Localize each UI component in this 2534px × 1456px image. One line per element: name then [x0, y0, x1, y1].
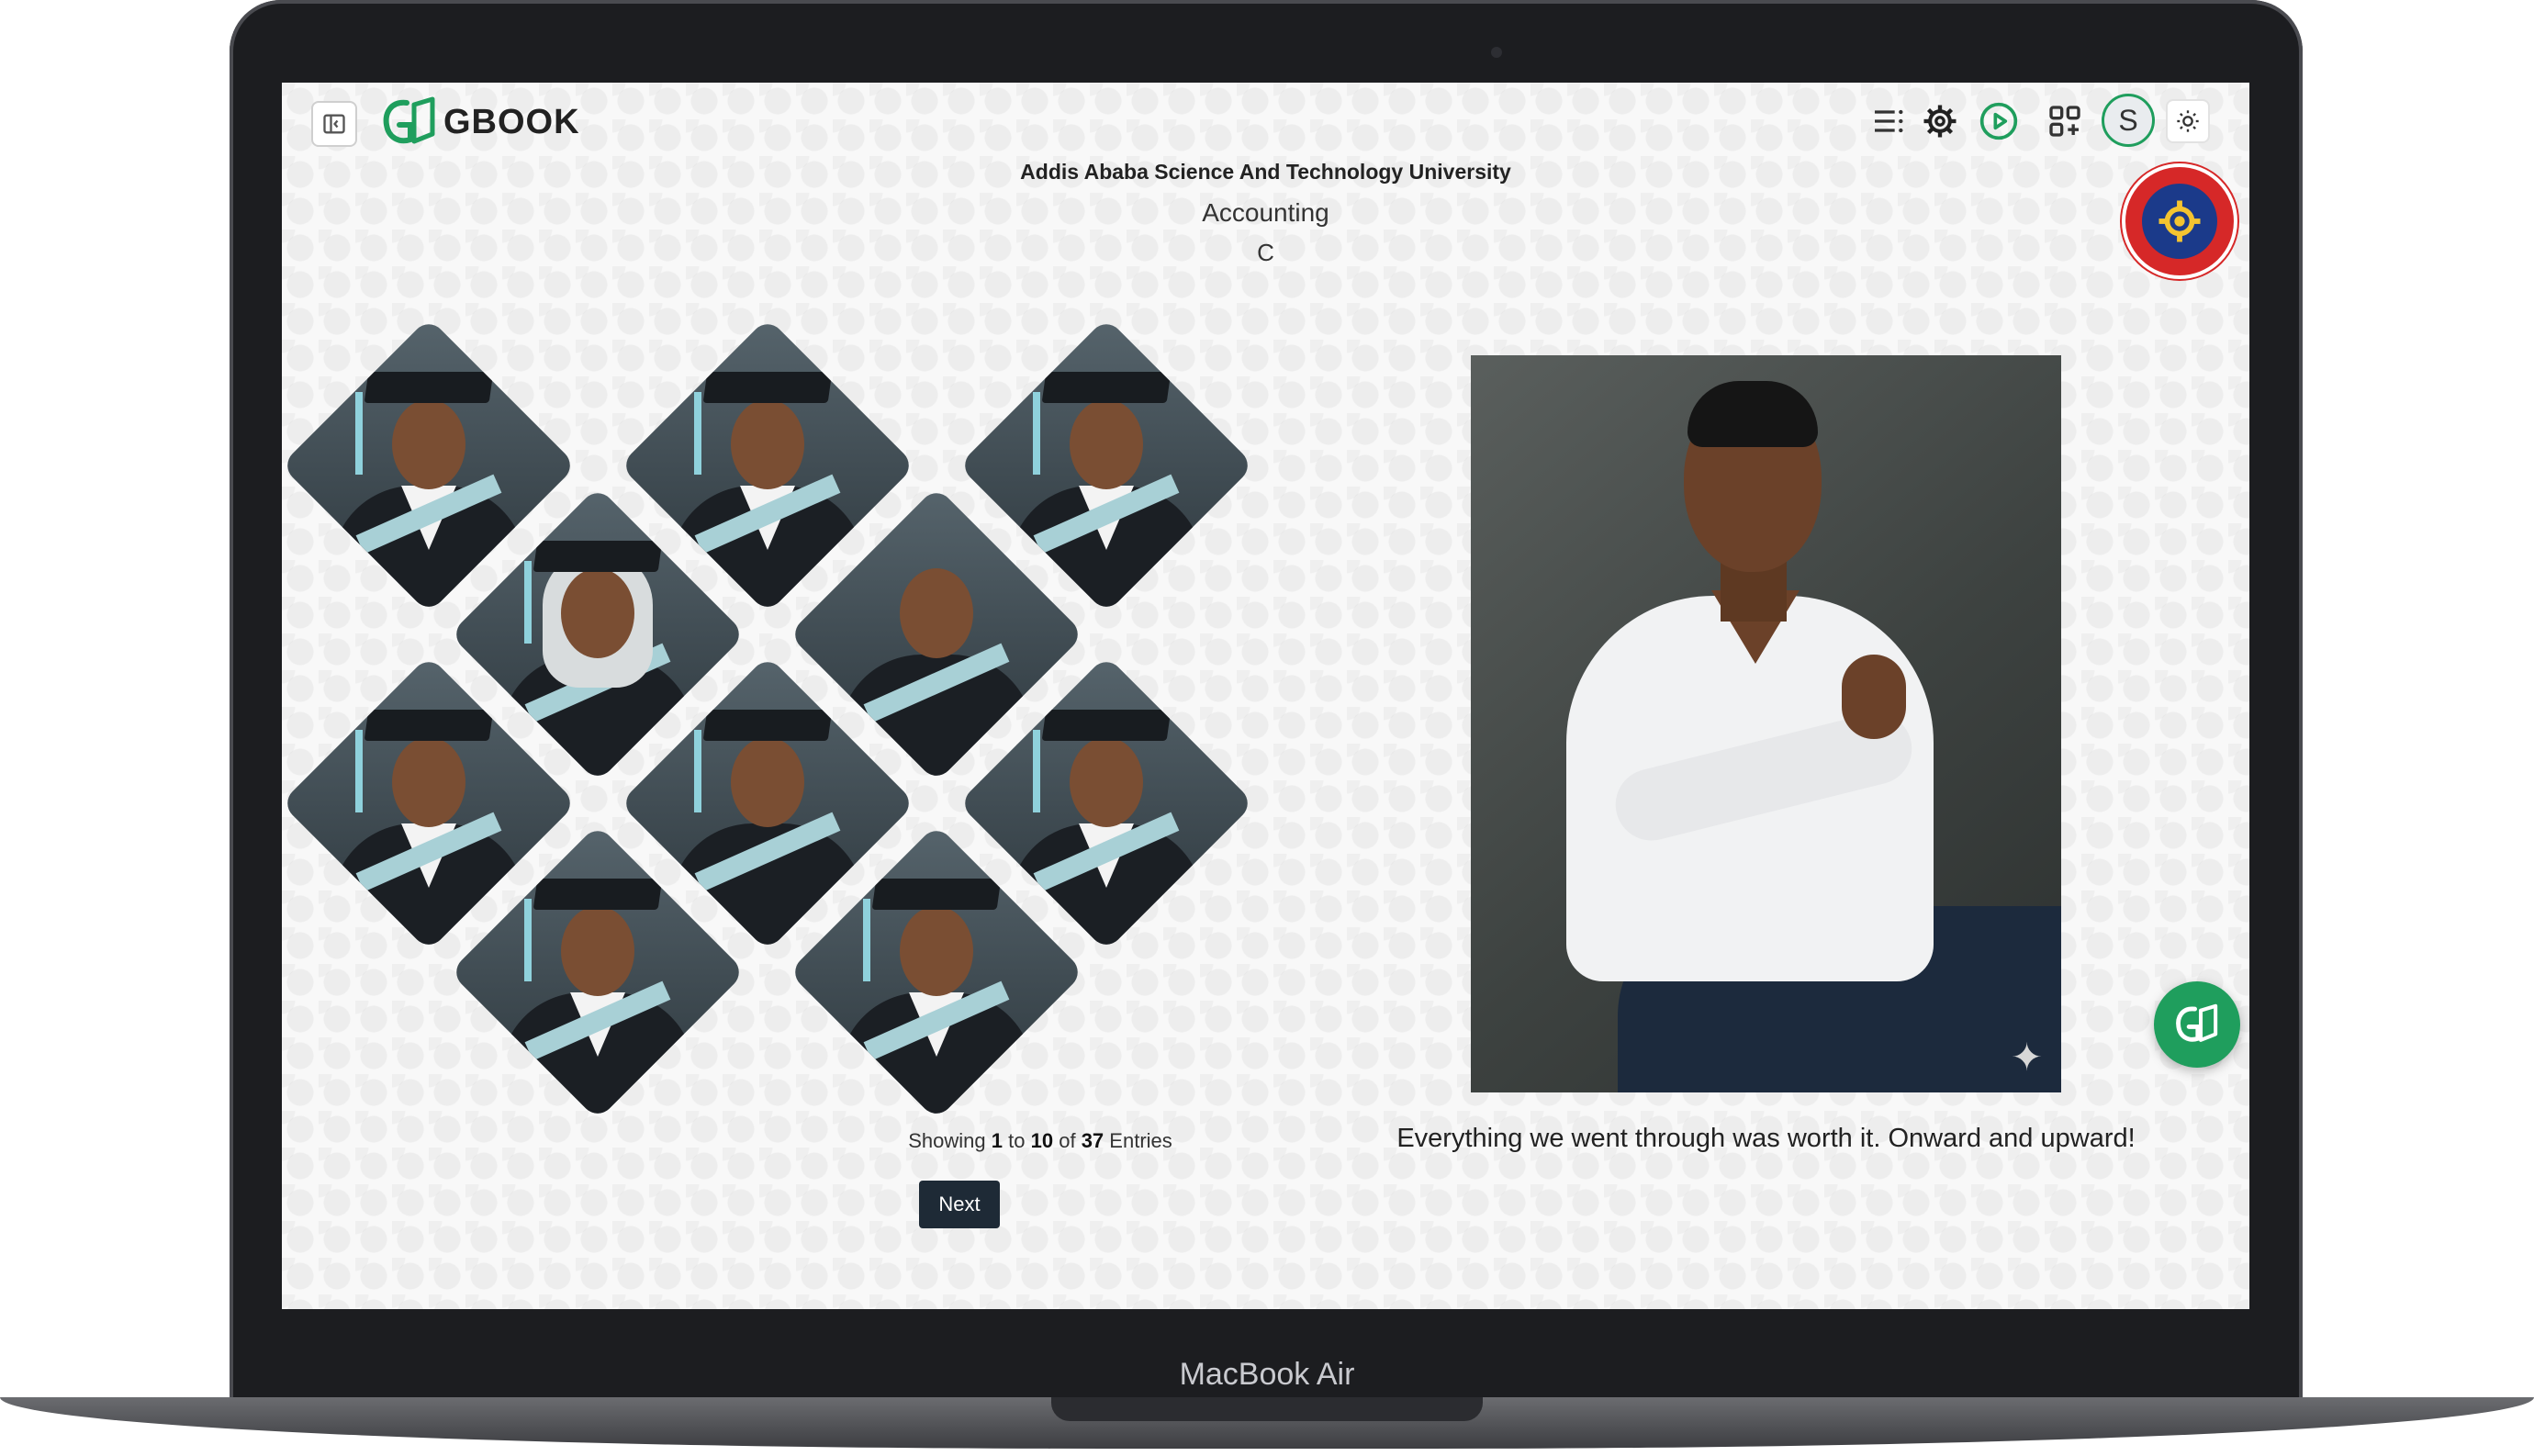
- next-page-button[interactable]: Next: [919, 1181, 1000, 1228]
- apps-button[interactable]: [2043, 99, 2087, 143]
- settings-button[interactable]: [1918, 99, 1962, 143]
- user-avatar[interactable]: S: [2102, 94, 2155, 147]
- play-button[interactable]: [1977, 99, 2021, 143]
- theme-toggle-button[interactable]: [2166, 99, 2210, 143]
- apps-grid-icon: [2049, 106, 2080, 137]
- device-model-label: MacBook Air: [1179, 1357, 1355, 1392]
- menu-button[interactable]: [1867, 99, 1911, 143]
- settings-gear-icon: [1923, 105, 1957, 138]
- graduate-photo-grid: [282, 83, 1292, 1309]
- laptop-hinge-notch: [1051, 1397, 1483, 1421]
- gbook-logo-icon: [2176, 1003, 2218, 1042]
- pagination-summary: Showing 1 to 10 of 37 Entries: [908, 1129, 1172, 1152]
- university-seal-logo: [2122, 163, 2237, 279]
- sun-icon: [2177, 110, 2199, 132]
- app-screen: GBOOK S Addis Ababa Science And Technolo…: [282, 83, 2249, 1309]
- sparkle-icon: ✦: [2011, 1036, 2044, 1079]
- gear-emblem-icon: [2158, 200, 2201, 242]
- play-icon: [1979, 102, 2018, 140]
- gbook-floating-button[interactable]: [2154, 981, 2240, 1068]
- featured-graduate-photo[interactable]: ✦: [1471, 355, 2061, 1092]
- featured-quote: Everything we went through was worth it.…: [1396, 1124, 2136, 1153]
- menu-icon: [1875, 109, 1903, 133]
- webcam: [1491, 47, 1502, 58]
